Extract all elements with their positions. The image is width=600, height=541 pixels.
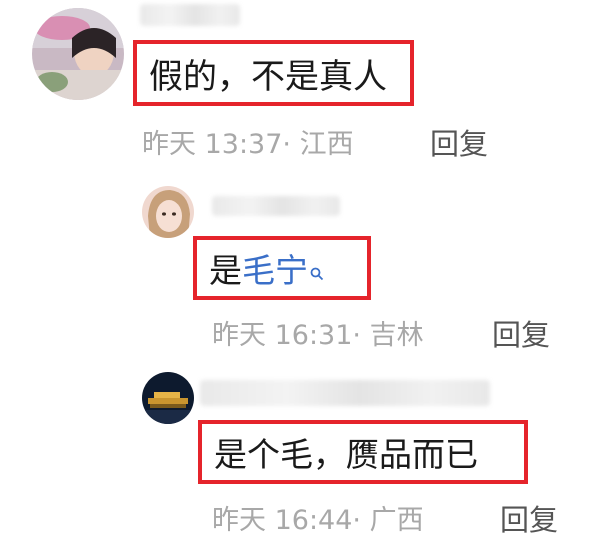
comment-text: 假的，不是真人: [133, 40, 414, 106]
comment-meta: 昨天 13:37 · 江西: [142, 122, 354, 161]
comment-text-content: 是个毛，赝品而已: [214, 435, 478, 474]
timestamp: 昨天 16:44: [212, 505, 353, 536]
avatar[interactable]: [32, 8, 124, 100]
reply-button[interactable]: 回复: [492, 312, 550, 354]
comment-meta: 昨天 16:44 · 广西: [212, 498, 424, 537]
blurred-username: [200, 380, 490, 406]
avatar[interactable]: [142, 186, 194, 238]
blurred-username: [140, 4, 240, 26]
reply-button[interactable]: 回复: [430, 121, 488, 163]
location: · 江西: [282, 129, 354, 160]
comment-meta: 昨天 16:31 · 吉林: [212, 313, 424, 352]
comment-text: 是毛宁: [193, 236, 371, 300]
location: · 吉林: [352, 320, 424, 351]
timestamp: 昨天 13:37: [142, 129, 283, 160]
search-icon[interactable]: [310, 250, 324, 289]
reply-button[interactable]: 回复: [500, 497, 558, 539]
comment-text: 是个毛，赝品而已: [198, 420, 528, 484]
blurred-username: [212, 196, 340, 216]
avatar[interactable]: [142, 372, 194, 424]
comment-text-content: 假的，不是真人: [149, 56, 387, 97]
search-link[interactable]: 毛宁: [242, 244, 308, 292]
comment-text-plain: 是: [209, 251, 242, 290]
timestamp: 昨天 16:31: [212, 320, 353, 351]
location: · 广西: [352, 505, 424, 536]
